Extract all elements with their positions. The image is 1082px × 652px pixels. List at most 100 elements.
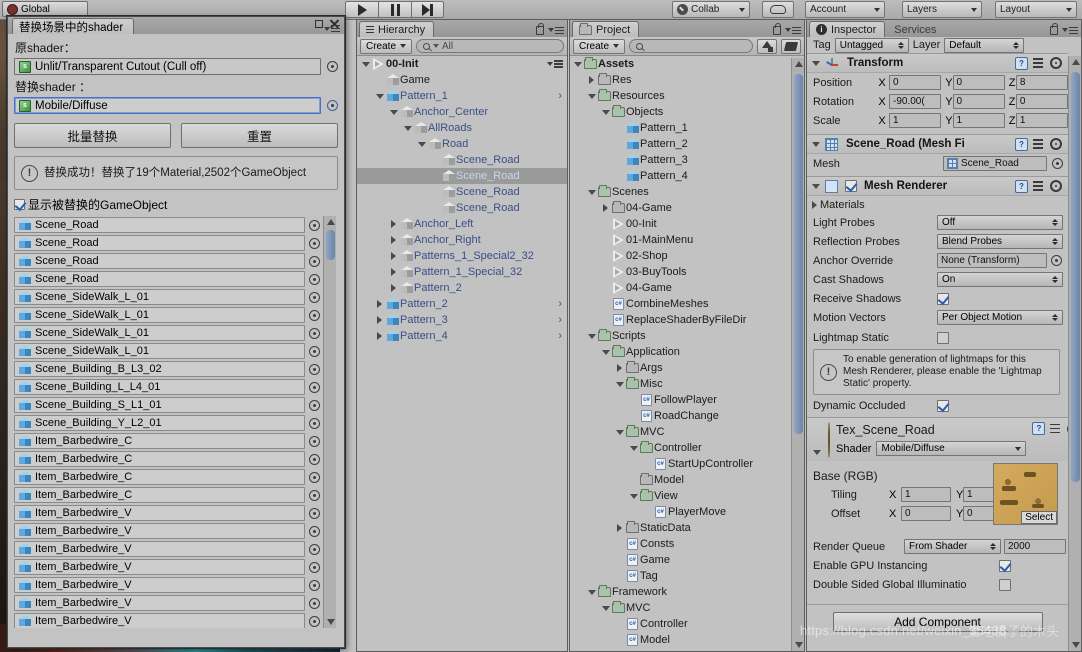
help-icon[interactable]: ? xyxy=(1015,179,1028,193)
hierarchy-create-button[interactable]: Create xyxy=(360,38,413,54)
show-replaced-checkbox[interactable] xyxy=(14,199,25,210)
project-menu-button[interactable] xyxy=(785,26,801,35)
object-picker-button[interactable] xyxy=(309,345,320,357)
gear-icon[interactable] xyxy=(1050,57,1062,69)
replaced-object-field[interactable]: Scene_Building_L_L4_01 xyxy=(14,379,305,395)
hierarchy-item[interactable]: Pattern_1_Special_32 xyxy=(357,264,567,280)
project-item[interactable]: 03-BuyTools xyxy=(570,264,804,280)
expand-arrow-icon[interactable] xyxy=(614,524,625,532)
scale-y-field[interactable]: 1 xyxy=(952,113,1005,128)
hierarchy-scene-root[interactable]: 00-Init xyxy=(357,56,567,72)
expand-arrow-icon[interactable] xyxy=(374,316,385,324)
project-item[interactable]: c# ReplaceShaderByFileDir xyxy=(570,312,804,328)
hierarchy-item[interactable]: Pattern_2 › xyxy=(357,296,567,312)
project-item[interactable]: c# CombineMeshes xyxy=(570,296,804,312)
object-picker-button[interactable] xyxy=(309,327,320,339)
rotation-y-field[interactable]: 0 xyxy=(952,94,1005,109)
replaced-object-row[interactable]: Item_Barbedwire_V xyxy=(14,576,320,594)
project-item[interactable]: View xyxy=(570,488,804,504)
scroll-down-icon[interactable] xyxy=(794,642,803,648)
inspector-menu-button[interactable] xyxy=(1062,26,1078,35)
replaced-object-row[interactable]: Scene_SideWalk_L_01 xyxy=(14,342,320,360)
project-item[interactable]: Controller xyxy=(570,440,804,456)
mesh-renderer-component-header[interactable]: Mesh Renderer ? xyxy=(807,176,1068,196)
collapse-arrow-icon[interactable] xyxy=(416,141,427,147)
render-queue-dropdown[interactable]: From Shader xyxy=(904,539,1001,554)
expand-arrow-icon[interactable] xyxy=(388,252,399,260)
collapse-arrow-icon[interactable] xyxy=(600,349,611,355)
rotation-x-field[interactable]: -90.00( xyxy=(889,94,942,109)
object-picker-button[interactable] xyxy=(309,561,320,573)
scale-z-field[interactable]: 1 xyxy=(1015,113,1068,128)
hierarchy-item[interactable]: Pattern_1 › xyxy=(357,88,567,104)
project-item[interactable]: 02-Shop xyxy=(570,248,804,264)
replaced-object-field[interactable]: Scene_Building_B_L3_02 xyxy=(14,361,305,377)
project-item[interactable]: Scripts xyxy=(570,328,804,344)
replaced-objects-list[interactable]: Scene_Road Scene_Road Scene_Road Scene_Road… xyxy=(14,216,320,628)
preset-icon[interactable] xyxy=(1050,423,1062,435)
hierarchy-item[interactable]: Road xyxy=(357,136,567,152)
project-search-input[interactable] xyxy=(629,39,753,53)
open-prefab-chevron-icon[interactable]: › xyxy=(558,330,562,342)
replaced-object-field[interactable]: Scene_Road xyxy=(14,235,305,251)
scene-context-menu-button[interactable] xyxy=(547,60,563,68)
project-item[interactable]: c# Controller xyxy=(570,616,804,632)
object-picker-button[interactable] xyxy=(309,273,320,285)
replaced-object-row[interactable]: Scene_SideWalk_L_01 xyxy=(14,306,320,324)
project-item[interactable]: Pattern_3 xyxy=(570,152,804,168)
project-create-button[interactable]: Create xyxy=(573,38,626,54)
offset-x-field[interactable]: 0 xyxy=(901,506,951,521)
project-item[interactable]: Pattern_1 xyxy=(570,120,804,136)
collapse-arrow-icon[interactable] xyxy=(402,125,413,131)
hierarchy-tree[interactable]: Game Pattern_1 › Anchor_Center AllRoads Road S… xyxy=(357,72,567,632)
collapse-arrow-icon[interactable] xyxy=(586,333,597,339)
tab-project[interactable]: Project xyxy=(572,21,640,37)
dialog-tab[interactable]: 替换场景中的shader xyxy=(12,18,135,34)
project-item[interactable]: Assets xyxy=(570,56,804,72)
project-tree[interactable]: Assets Res Resources Objects Pattern_1 Patter… xyxy=(570,56,804,651)
replaced-object-row[interactable]: Scene_SideWalk_L_01 xyxy=(14,324,320,342)
project-item[interactable]: 00-Init xyxy=(570,216,804,232)
replaced-object-field[interactable]: Item_Barbedwire_C xyxy=(14,451,305,467)
rotation-z-field[interactable]: 0 xyxy=(1015,94,1068,109)
gpu-instancing-checkbox[interactable] xyxy=(999,559,1011,572)
collapse-arrow-icon[interactable] xyxy=(572,61,583,67)
reflection-probes-dropdown[interactable]: Blend Probes xyxy=(937,234,1063,249)
hierarchy-item[interactable]: AllRoads xyxy=(357,120,567,136)
dialog-menu-button[interactable] xyxy=(324,25,340,33)
collapse-arrow-icon[interactable] xyxy=(614,381,625,387)
project-item[interactable]: c# PlayerMove xyxy=(570,504,804,520)
preset-icon[interactable] xyxy=(1033,180,1045,192)
mesh-filter-component-header[interactable]: Scene_Road (Mesh Fi ? xyxy=(807,134,1068,154)
mesh-object-field[interactable]: Scene_Road xyxy=(943,156,1047,171)
object-picker-button[interactable] xyxy=(309,543,320,555)
hierarchy-search-input[interactable]: All xyxy=(416,39,564,53)
replaced-object-row[interactable]: Item_Barbedwire_C xyxy=(14,486,320,504)
project-item[interactable]: Misc xyxy=(570,376,804,392)
hierarchy-item[interactable]: Pattern_2 xyxy=(357,280,567,296)
play-button[interactable] xyxy=(345,1,378,18)
pivot-rotation-global-button[interactable]: Global xyxy=(2,1,88,17)
collapse-arrow-icon[interactable] xyxy=(810,141,821,147)
lock-icon[interactable] xyxy=(773,23,781,35)
replaced-object-field[interactable]: Item_Barbedwire_C xyxy=(14,487,305,503)
tab-inspector[interactable]: i Inspector xyxy=(809,21,886,37)
layout-button[interactable]: Layout xyxy=(995,1,1077,18)
project-item[interactable]: c# Tag xyxy=(570,568,804,584)
collapse-arrow-icon[interactable] xyxy=(811,450,822,455)
batch-replace-button[interactable]: 批量替换 xyxy=(14,123,171,148)
project-favorites-button[interactable] xyxy=(757,38,777,54)
project-item[interactable]: Args xyxy=(570,360,804,376)
light-probes-dropdown[interactable]: Off xyxy=(937,215,1063,230)
hierarchy-item[interactable]: Anchor_Center xyxy=(357,104,567,120)
replaced-object-row[interactable]: Item_Barbedwire_C xyxy=(14,450,320,468)
replaced-object-field[interactable]: Scene_Road xyxy=(14,217,305,233)
replaced-object-row[interactable]: Scene_Building_L_L4_01 xyxy=(14,378,320,396)
hierarchy-menu-button[interactable] xyxy=(548,26,564,35)
collapse-arrow-icon[interactable] xyxy=(600,605,611,611)
project-item[interactable]: Resources xyxy=(570,88,804,104)
cast-shadows-dropdown[interactable]: On xyxy=(937,272,1063,287)
shader-dropdown[interactable]: Mobile/Diffuse xyxy=(876,441,1027,456)
collapse-arrow-icon[interactable] xyxy=(600,109,611,115)
mesh-renderer-enabled-checkbox[interactable] xyxy=(845,180,857,192)
